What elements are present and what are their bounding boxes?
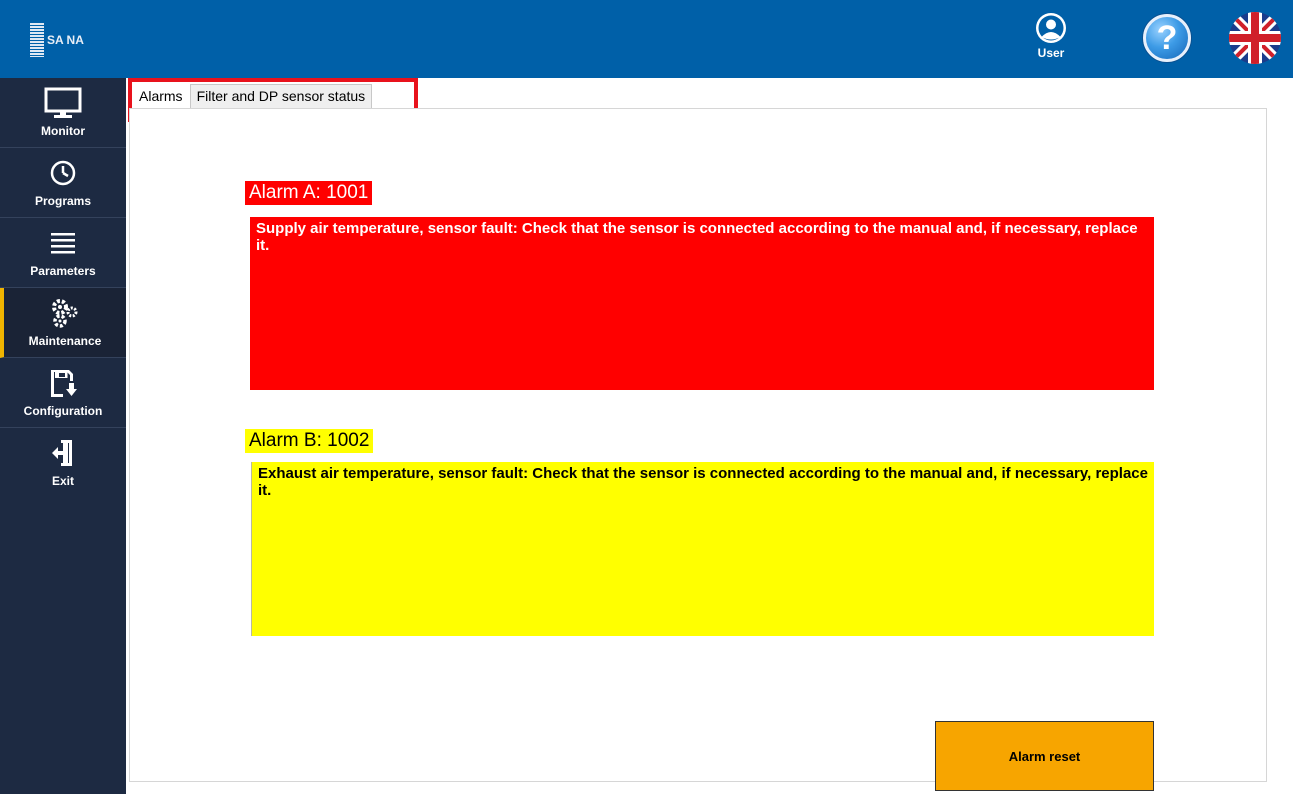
alarm-a-message: Supply air temperature, sensor fault: Ch… (250, 217, 1154, 390)
user-icon (1036, 13, 1066, 43)
sidebar-item-label: Configuration (23, 404, 103, 418)
help-button[interactable]: ? (1143, 14, 1191, 62)
clock-icon (50, 160, 76, 186)
sidebar-item-parameters[interactable]: Parameters (0, 218, 126, 288)
sidebar-item-maintenance[interactable]: Maintenance (0, 288, 126, 358)
list-icon (51, 233, 75, 254)
help-icon: ? (1156, 18, 1178, 57)
tab-alarms[interactable]: Alarms (132, 84, 190, 108)
sidebar-item-programs[interactable]: Programs (0, 148, 126, 218)
alarm-b-message: Exhaust air temperature, sensor fault: C… (251, 462, 1154, 636)
gears-icon (52, 299, 78, 328)
alarms-panel: Alarm A: 1001 Supply air temperature, se… (129, 108, 1267, 791)
sidebar-item-label: Parameters (30, 264, 96, 278)
app-window: SA NA User ? Monitor Programs Parameters… (0, 0, 1293, 794)
user-label: User (1037, 46, 1065, 60)
uk-flag-icon (1229, 12, 1281, 64)
top-bar: SA NA User ? (0, 0, 1293, 78)
main-content: Alarms Filter and DP sensor status Alarm… (126, 78, 1293, 794)
user-button[interactable]: User (1030, 12, 1072, 72)
sidebar-item-label: Exit (51, 474, 74, 488)
monitor-icon (44, 87, 82, 118)
sidebar-item-label: Maintenance (28, 334, 102, 348)
sidebar: Monitor Programs Parameters Maintenance … (0, 78, 126, 794)
save-download-icon (51, 370, 77, 397)
sidebar-item-monitor[interactable]: Monitor (0, 78, 126, 148)
alarm-reset-button[interactable]: Alarm reset (935, 721, 1154, 791)
sana-logo: SA NA (30, 19, 90, 61)
sidebar-item-configuration[interactable]: Configuration (0, 358, 126, 428)
alarm-a-title: Alarm A: 1001 (245, 181, 373, 205)
tab-filter-dp-sensor-status[interactable]: Filter and DP sensor status (189, 84, 373, 108)
exit-door-icon (52, 440, 72, 466)
sidebar-item-label: Programs (34, 194, 92, 208)
sidebar-item-exit[interactable]: Exit (0, 428, 126, 498)
alarm-b-title: Alarm B: 1002 (245, 429, 374, 453)
tab-bar: Alarms Filter and DP sensor status (128, 78, 418, 122)
language-button[interactable] (1229, 12, 1281, 64)
logo-letters: SA NA (47, 32, 84, 47)
sidebar-item-label: Monitor (41, 124, 85, 138)
logo-bars (30, 23, 44, 57)
